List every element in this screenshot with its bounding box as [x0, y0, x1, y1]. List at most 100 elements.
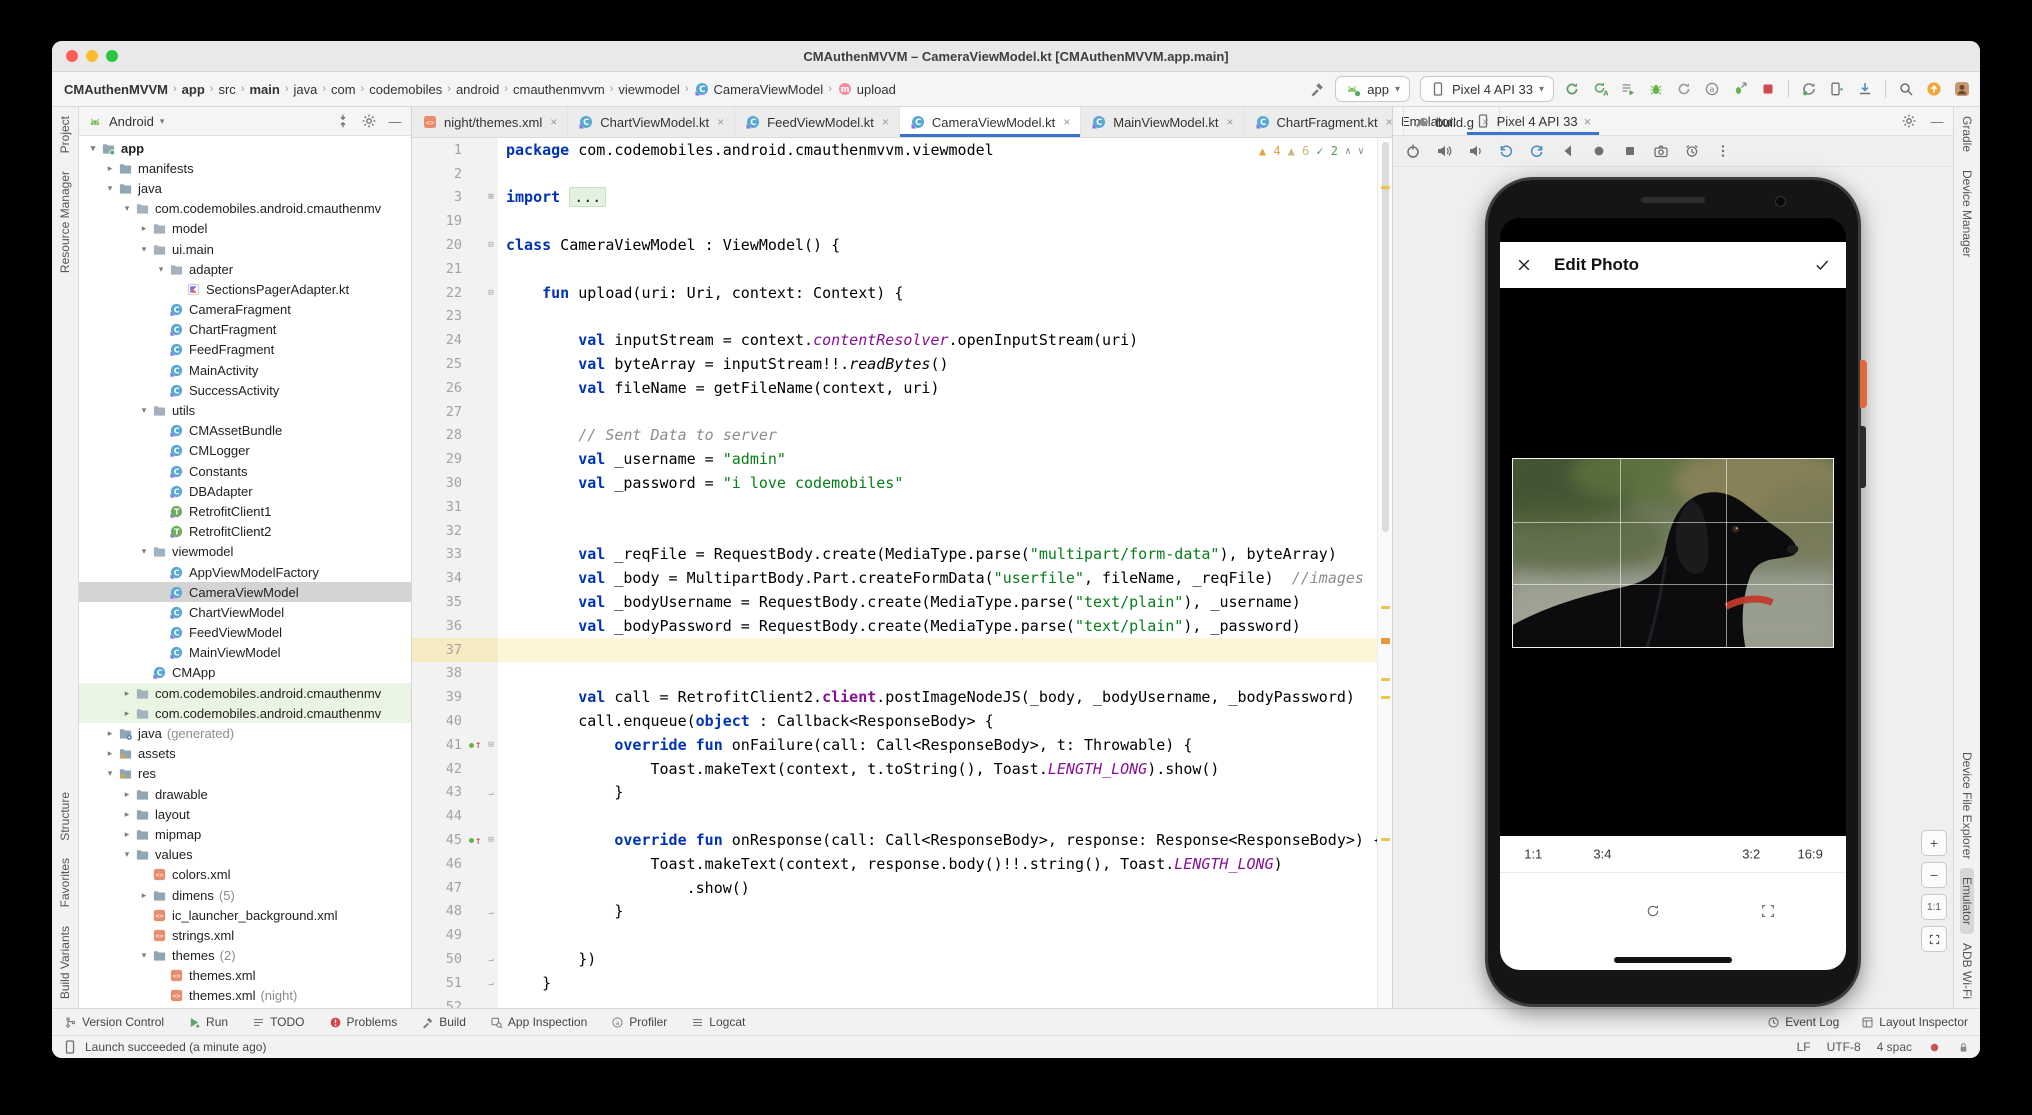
- breadcrumb-item[interactable]: java: [292, 82, 320, 97]
- emulator-device-tab[interactable]: Pixel 4 API 33 ×: [1467, 107, 1600, 135]
- tool-strip-item-project[interactable]: Project: [58, 107, 72, 162]
- indent-indicator[interactable]: 4 spac: [1877, 1040, 1912, 1054]
- editor-tab-cameraviewmodel-kt[interactable]: CCameraViewModel.kt×: [900, 107, 1081, 137]
- tree-expander-icon[interactable]: ▾: [136, 950, 152, 961]
- gutter-line-23[interactable]: 23: [412, 305, 484, 329]
- gutter-line-25[interactable]: 25: [412, 352, 484, 376]
- tree-item-constants[interactable]: CConstants: [79, 461, 411, 481]
- tree-item-layout[interactable]: ▸layout: [79, 804, 411, 824]
- gutter-line-39[interactable]: 39: [412, 685, 484, 709]
- tool-strip-item-resource-manager[interactable]: Resource Manager: [58, 162, 72, 282]
- gear-icon[interactable]: [1901, 113, 1917, 129]
- close-tab-icon[interactable]: ×: [882, 115, 889, 129]
- gutter-line-26[interactable]: 26: [412, 376, 484, 400]
- tool-window-button-run[interactable]: Run: [188, 1015, 228, 1029]
- tree-item-chartviewmodel[interactable]: CChartViewModel: [79, 602, 411, 622]
- code-line-39[interactable]: 39 val call = RetrofitClient2.client.pos…: [412, 685, 1392, 709]
- gutter-line-44[interactable]: 44: [412, 804, 484, 828]
- tree-item-dbadapter[interactable]: CDBAdapter: [79, 481, 411, 501]
- inspection-widget[interactable]: ▲ 4 ▲ 6 ✓ 2 ∧ ∨: [1253, 142, 1370, 160]
- confirm-check-icon[interactable]: [1814, 257, 1830, 273]
- attach-icon[interactable]: [1732, 81, 1748, 97]
- lock-icon[interactable]: [1957, 1041, 1970, 1054]
- gutter-line-49[interactable]: 49: [412, 923, 484, 947]
- zoom-reset-button[interactable]: 1:1: [1921, 894, 1947, 920]
- tool-window-button-profiler[interactable]: aProfiler: [611, 1015, 667, 1029]
- code-line-42[interactable]: 42 Toast.makeText(context, t.toString(),…: [412, 757, 1392, 781]
- tool-strip-item-adb-wi-fi[interactable]: ADB Wi-Fi: [1960, 934, 1974, 1008]
- apply-icon[interactable]: A: [1592, 81, 1608, 97]
- close-tab-icon[interactable]: ×: [1063, 115, 1070, 129]
- fold-marker-icon[interactable]: ⊟: [484, 828, 498, 852]
- tool-strip-item-favorites[interactable]: Favorites: [58, 849, 72, 916]
- code-line-34[interactable]: 34 val _body = MultipartBody.Part.create…: [412, 566, 1392, 590]
- crop-grid-overlay[interactable]: [1512, 458, 1834, 648]
- gutter-line-1[interactable]: 1: [412, 138, 484, 162]
- tree-item-cameraviewmodel[interactable]: CCameraViewModel: [79, 582, 411, 602]
- tree-item-feedfragment[interactable]: CFeedFragment: [79, 340, 411, 360]
- aspect-ratio-option-1-1[interactable]: 1:1: [1524, 847, 1542, 862]
- code-line-21[interactable]: 21: [412, 257, 1392, 281]
- line-ending-indicator[interactable]: LF: [1797, 1040, 1811, 1054]
- code-line-45[interactable]: 45↑⊟ override fun onResponse(call: Call<…: [412, 828, 1392, 852]
- gutter-line-19[interactable]: 19: [412, 209, 484, 233]
- power-icon[interactable]: [1405, 143, 1421, 159]
- tree-item-cmapp[interactable]: CCMApp: [79, 663, 411, 683]
- tree-item-res[interactable]: ▾res: [79, 764, 411, 784]
- breadcrumb-item[interactable]: app: [180, 82, 207, 97]
- tree-expander-icon[interactable]: ▾: [136, 546, 152, 557]
- gutter-line-50[interactable]: 50: [412, 947, 484, 971]
- tree-expander-icon[interactable]: ▾: [136, 244, 152, 255]
- tool-strip-item-gradle[interactable]: Gradle: [1960, 107, 1974, 161]
- tree-expander-icon[interactable]: ▸: [119, 708, 135, 719]
- sync-icon[interactable]: [1801, 81, 1817, 97]
- prev-issue-icon[interactable]: ∧: [1345, 146, 1351, 157]
- tree-item-dimens[interactable]: ▸dimens(5): [79, 885, 411, 905]
- code-line-19[interactable]: 19: [412, 209, 1392, 233]
- tree-item-app[interactable]: ▾app: [79, 138, 411, 158]
- breadcrumb-item[interactable]: viewmodel: [616, 82, 681, 97]
- code-line-48[interactable]: 48⌐ }: [412, 900, 1392, 924]
- tree-item-colors-xml[interactable]: <>colors.xml: [79, 865, 411, 885]
- code-editor[interactable]: 1package com.codemobiles.android.cmauthe…: [412, 138, 1392, 1008]
- code-line-29[interactable]: 29 val _username = "admin": [412, 447, 1392, 471]
- code-line-52[interactable]: 52: [412, 995, 1392, 1008]
- code-line-36[interactable]: 36 val _bodyPassword = RequestBody.creat…: [412, 614, 1392, 638]
- tool-window-button-app-inspection[interactable]: App Inspection: [490, 1015, 587, 1029]
- tree-item-com-codemobiles-android-cmauthenmv[interactable]: ▸com.codemobiles.android.cmauthenmv: [79, 703, 411, 723]
- profile-icon[interactable]: [1676, 81, 1692, 97]
- gutter-line-40[interactable]: 40: [412, 709, 484, 733]
- code-line-24[interactable]: 24 val inputStream = context.contentReso…: [412, 328, 1392, 352]
- gutter-line-51[interactable]: 51: [412, 971, 484, 995]
- gutter-line-27[interactable]: 27: [412, 400, 484, 424]
- aspect-ratio-option-3-4[interactable]: 3:4: [1593, 847, 1611, 862]
- code-line-28[interactable]: 28 // Sent Data to server: [412, 424, 1392, 448]
- tree-expander-icon[interactable]: ▸: [119, 809, 135, 820]
- tree-item-model[interactable]: ▸model: [79, 219, 411, 239]
- tree-item-cmlogger[interactable]: CCMLogger: [79, 441, 411, 461]
- aspect-ratio-option-3-2[interactable]: 3:2: [1742, 847, 1760, 862]
- gutter-line-2[interactable]: 2: [412, 162, 484, 186]
- close-icon[interactable]: ×: [1584, 114, 1592, 129]
- crop-frame-icon[interactable]: [1760, 903, 1776, 919]
- tool-window-button-build[interactable]: Build: [421, 1015, 466, 1029]
- rotcw-icon[interactable]: [1529, 143, 1545, 159]
- gutter-line-36[interactable]: 36: [412, 614, 484, 638]
- tree-item-values[interactable]: ▾values: [79, 845, 411, 865]
- fold-marker-icon[interactable]: ⊞: [484, 186, 498, 210]
- encoding-indicator[interactable]: UTF-8: [1827, 1040, 1861, 1054]
- tree-item-adapter[interactable]: ▾adapter: [79, 259, 411, 279]
- tool-window-button-layout-inspector[interactable]: Layout Inspector: [1861, 1015, 1968, 1029]
- gutter-line-35[interactable]: 35: [412, 590, 484, 614]
- gutter-line-24[interactable]: 24: [412, 328, 484, 352]
- close-tab-icon[interactable]: ×: [1386, 115, 1393, 129]
- tree-item-chartfragment[interactable]: CChartFragment: [79, 320, 411, 340]
- tool-window-button-problems[interactable]: Problems: [329, 1015, 398, 1029]
- tool-window-button-logcat[interactable]: Logcat: [691, 1015, 745, 1029]
- tree-expander-icon[interactable]: ▾: [136, 405, 152, 416]
- code-line-46[interactable]: 46 Toast.makeText(context, response.body…: [412, 852, 1392, 876]
- close-tab-icon[interactable]: ×: [717, 115, 724, 129]
- tree-expander-icon[interactable]: ▾: [85, 143, 101, 154]
- rerun-icon[interactable]: [1564, 81, 1580, 97]
- gutter-line-3[interactable]: 3: [412, 186, 484, 210]
